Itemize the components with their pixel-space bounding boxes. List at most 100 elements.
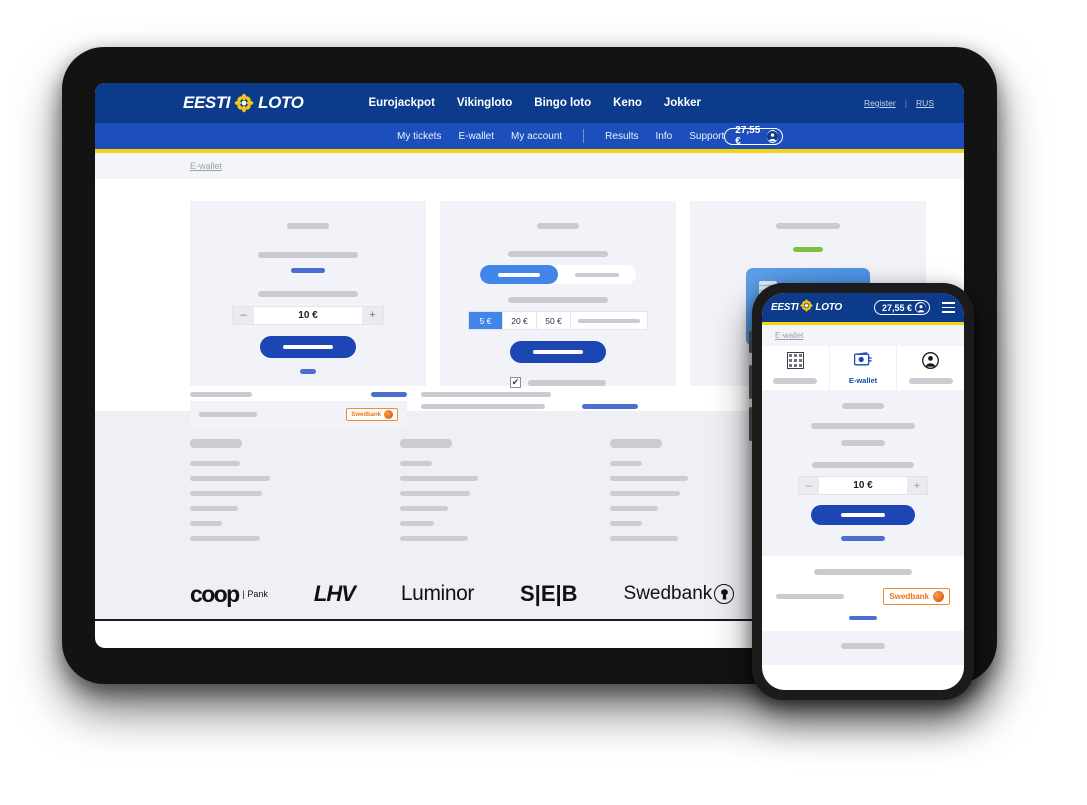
phone-amount-stepper[interactable]: – 10 € + bbox=[798, 476, 928, 495]
subnav-item-results[interactable]: Results bbox=[605, 131, 638, 142]
footer-line[interactable] bbox=[190, 491, 262, 496]
footer-heading-skeleton bbox=[190, 439, 242, 448]
skeleton-label bbox=[812, 462, 914, 468]
skeleton-status-green bbox=[793, 247, 823, 252]
toggle-option-active[interactable] bbox=[480, 265, 558, 284]
phone-volume-down-button[interactable] bbox=[749, 407, 752, 441]
phone-tab-account[interactable] bbox=[897, 346, 964, 390]
phone-breadcrumb-e-wallet[interactable]: E-wallet bbox=[775, 331, 803, 340]
amount-preset-20[interactable]: 20 € bbox=[503, 312, 537, 329]
footer-line[interactable] bbox=[400, 506, 448, 511]
footer-line[interactable] bbox=[400, 461, 432, 466]
mockup-stage: EESTI LOTO Eurojackpot Vikingloto Bingo … bbox=[0, 0, 1087, 805]
bank-logo-seb[interactable]: S|E|B bbox=[520, 581, 578, 607]
primary-submit-button[interactable] bbox=[510, 341, 606, 363]
footer-line[interactable] bbox=[190, 461, 240, 466]
brand-logo[interactable]: EESTI LOTO bbox=[183, 93, 304, 113]
amount-preset-50[interactable]: 50 € bbox=[537, 312, 571, 329]
phone-stepper-decrement-button[interactable]: – bbox=[799, 477, 819, 494]
phone-mute-button[interactable] bbox=[749, 331, 752, 353]
subnav-item-info[interactable]: Info bbox=[656, 131, 673, 142]
toggle-option-inactive[interactable] bbox=[558, 272, 636, 277]
footer-heading-skeleton bbox=[400, 439, 452, 448]
subnav-item-my-tickets[interactable]: My tickets bbox=[397, 131, 441, 142]
info-line-skeleton bbox=[421, 392, 551, 397]
skeleton-line bbox=[258, 252, 358, 258]
phone-payment-link-skeleton bbox=[849, 616, 877, 620]
bank-logo-coop[interactable]: coop | Pank bbox=[190, 581, 268, 608]
phone-stepper-value[interactable]: 10 € bbox=[819, 477, 907, 494]
skeleton-title bbox=[287, 223, 329, 229]
subnav-item-e-wallet[interactable]: E-wallet bbox=[458, 131, 494, 142]
phone-tab-e-wallet[interactable]: E-wallet bbox=[830, 346, 898, 390]
footer-line[interactable] bbox=[190, 506, 238, 511]
info-link-skeleton bbox=[582, 404, 638, 409]
phone-primary-submit-button[interactable] bbox=[811, 505, 915, 525]
luminor-wordmark: Luminor bbox=[400, 582, 474, 605]
stepper-value[interactable]: 10 € bbox=[254, 307, 362, 324]
subnav-item-my-account[interactable]: My account bbox=[511, 131, 562, 142]
terms-checkbox-row[interactable]: ✔ bbox=[440, 377, 676, 388]
footer-line[interactable] bbox=[610, 491, 680, 496]
footer-line[interactable] bbox=[610, 476, 688, 481]
nav-item-vikingloto[interactable]: Vikingloto bbox=[457, 97, 512, 109]
phone-device-frame: EESTI LOTO 27,55 € E-wallet E-wallet – 1… bbox=[749, 283, 974, 700]
phone-brand-logo[interactable]: EESTI LOTO bbox=[771, 298, 842, 317]
lottery-grid-icon bbox=[786, 352, 804, 374]
bank-logo-swedbank[interactable]: Swedbank bbox=[624, 583, 735, 605]
payment-method-panel: Swedbank bbox=[190, 401, 407, 428]
swedbank-wordmark: Swedbank bbox=[623, 583, 713, 604]
amount-preset-group[interactable]: 5 € 20 € 50 € bbox=[468, 311, 648, 330]
recurring-topup-card: 5 € 20 € 50 € ✔ bbox=[440, 201, 676, 388]
bank-logo-lhv[interactable]: LHV bbox=[314, 581, 356, 607]
phone-stepper-increment-button[interactable]: + bbox=[907, 477, 927, 494]
phone-balance-pill[interactable]: 27,55 € bbox=[873, 300, 930, 315]
nav-item-jokker[interactable]: Jokker bbox=[664, 97, 701, 109]
hamburger-menu-icon[interactable] bbox=[942, 302, 955, 313]
phone-payment-row: Swedbank bbox=[762, 588, 964, 605]
bank-logo-luminor[interactable]: Luminor bbox=[401, 582, 474, 606]
footer-line[interactable] bbox=[610, 536, 678, 541]
phone-payment-section: Swedbank bbox=[762, 556, 964, 631]
amount-custom-input[interactable] bbox=[571, 312, 647, 329]
footer-line[interactable] bbox=[190, 521, 222, 526]
phone-tab-tickets[interactable] bbox=[762, 346, 830, 390]
phone-topup-panel: – 10 € + bbox=[762, 390, 964, 556]
footer-line[interactable] bbox=[190, 476, 270, 481]
bank-label-skeleton bbox=[199, 412, 257, 417]
footer-line[interactable] bbox=[400, 536, 468, 541]
footer-line[interactable] bbox=[400, 491, 470, 496]
nav-item-keno[interactable]: Keno bbox=[613, 97, 642, 109]
site-header: EESTI LOTO Eurojackpot Vikingloto Bingo … bbox=[95, 83, 964, 123]
mode-toggle[interactable] bbox=[480, 265, 636, 284]
swedbank-badge[interactable]: Swedbank bbox=[883, 588, 950, 605]
nav-item-bingo-loto[interactable]: Bingo loto bbox=[534, 97, 591, 109]
footer-line[interactable] bbox=[610, 521, 642, 526]
amount-preset-5[interactable]: 5 € bbox=[469, 312, 503, 329]
nav-item-eurojackpot[interactable]: Eurojackpot bbox=[368, 97, 434, 109]
breadcrumb-e-wallet[interactable]: E-wallet bbox=[190, 161, 222, 171]
primary-submit-button[interactable] bbox=[260, 336, 356, 358]
terms-checkbox[interactable]: ✔ bbox=[510, 377, 521, 388]
register-link[interactable]: Register bbox=[864, 98, 896, 108]
skeleton-link bbox=[291, 268, 325, 273]
under-card-1: Swedbank bbox=[190, 392, 407, 428]
user-avatar-icon bbox=[767, 129, 779, 143]
amount-stepper[interactable]: – 10 € + bbox=[232, 306, 384, 325]
footer-line[interactable] bbox=[190, 536, 260, 541]
toggle-active-label-skeleton bbox=[498, 272, 540, 277]
footer-line[interactable] bbox=[400, 476, 478, 481]
stepper-increment-button[interactable]: + bbox=[362, 307, 383, 324]
phone-volume-up-button[interactable] bbox=[749, 365, 752, 399]
utility-separator: | bbox=[904, 98, 908, 108]
subnav-item-support[interactable]: Support bbox=[689, 131, 724, 142]
swedbank-badge[interactable]: Swedbank bbox=[346, 408, 398, 421]
footer-line[interactable] bbox=[610, 506, 658, 511]
language-switch-rus[interactable]: RUS bbox=[916, 98, 934, 108]
stepper-decrement-button[interactable]: – bbox=[233, 307, 254, 324]
footer-line[interactable] bbox=[610, 461, 642, 466]
footer-line[interactable] bbox=[400, 521, 434, 526]
balance-pill[interactable]: 27,55 € bbox=[724, 125, 784, 147]
user-avatar-icon bbox=[915, 302, 926, 313]
phone-tab-bar: E-wallet bbox=[762, 346, 964, 390]
